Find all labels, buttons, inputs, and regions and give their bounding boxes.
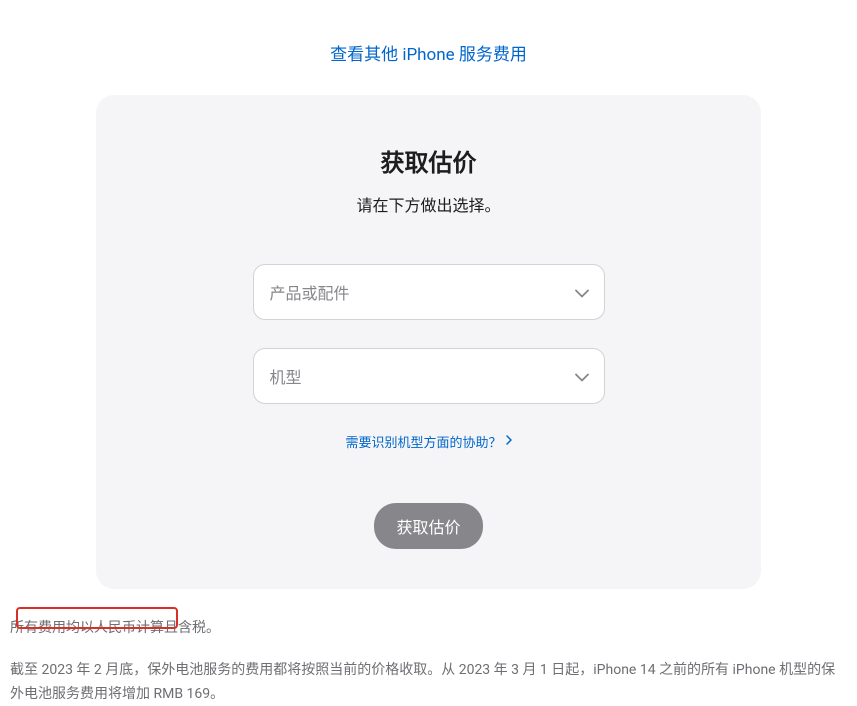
footer-text: 所有费用均以人民币计算且含税。 截至 2023 年 2 月底，保外电池服务的费用… <box>0 617 857 706</box>
estimate-card: 获取估价 请在下方做出选择。 产品或配件 机型 需要识别机型方面的协助？ 获取估… <box>96 95 761 589</box>
product-select[interactable]: 产品或配件 <box>253 264 605 320</box>
footer-para-1: 所有费用均以人民币计算且含税。 <box>10 617 847 641</box>
model-select[interactable]: 机型 <box>253 348 605 404</box>
identify-model-help-link[interactable]: 需要识别机型方面的协助？ <box>345 432 511 451</box>
footer-para-2: 截至 2023 年 2 月底，保外电池服务的费用都将按照当前的价格收取。从 20… <box>10 659 847 706</box>
help-link-label: 需要识别机型方面的协助？ <box>345 432 501 451</box>
card-title: 获取估价 <box>136 143 721 178</box>
card-subtitle: 请在下方做出选择。 <box>136 192 721 216</box>
other-services-link[interactable]: 查看其他 iPhone 服务费用 <box>330 45 527 65</box>
chevron-right-icon <box>506 434 512 449</box>
get-estimate-button[interactable]: 获取估价 <box>374 503 482 549</box>
